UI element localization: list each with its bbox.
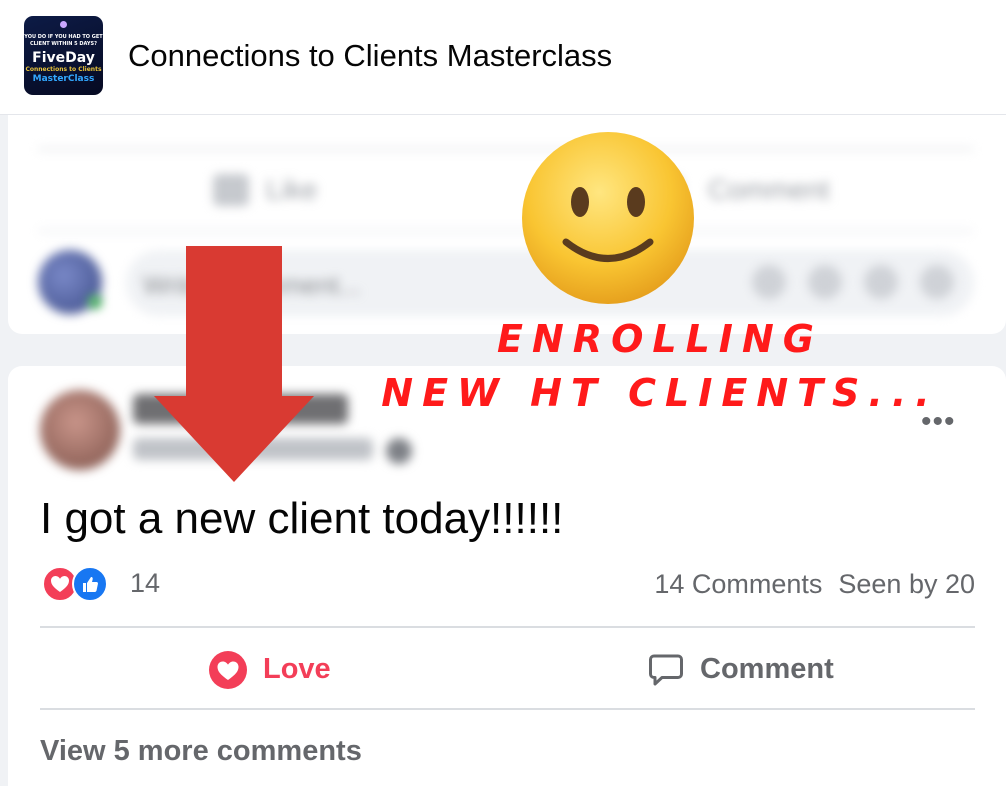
divider [38, 148, 973, 150]
comment-label: Comment [700, 653, 834, 685]
group-thumbnail[interactable]: YOU DO IF YOU HAD TO GET CLIENT WITHIN 5… [24, 16, 103, 95]
like-icon[interactable] [213, 174, 249, 206]
privacy-globe-icon [386, 438, 412, 464]
thumbnail-subtitle: Connections to Clients [25, 66, 102, 73]
group-name[interactable]: Connections to Clients Masterclass [128, 38, 612, 74]
gif-icon[interactable] [864, 265, 898, 299]
post-text: I got a new client today!!!!!! [40, 494, 564, 543]
online-status-icon [88, 295, 102, 309]
group-header: YOU DO IF YOU HAD TO GET CLIENT WITHIN 5… [0, 0, 1006, 115]
comments-count[interactable]: 14 Comments [654, 569, 822, 599]
caption-line-2: NEW HT CLIENTS... [381, 371, 939, 415]
divider [40, 708, 975, 710]
comment-icon [649, 654, 683, 686]
down-arrow-overlay [154, 246, 314, 482]
avatar-sticker-icon[interactable] [752, 265, 786, 299]
sticker-icon[interactable] [920, 265, 954, 299]
love-label: Love [263, 653, 331, 685]
comment-button[interactable]: Comment [646, 646, 906, 696]
heart-icon [209, 651, 247, 689]
thumbnail-logo [60, 21, 67, 28]
view-more-comments-link[interactable]: View 5 more comments [40, 735, 362, 768]
like-button[interactable]: Like [266, 174, 317, 206]
divider [40, 626, 975, 628]
author-avatar[interactable] [40, 390, 120, 470]
thumbnail-small-text: YOU DO IF YOU HAD TO GET CLIENT WITHIN 5… [24, 34, 103, 47]
smiley-emoji-icon [522, 132, 694, 304]
caption-line-1: ENROLLING [497, 317, 823, 361]
love-button[interactable]: Love [208, 646, 408, 696]
camera-icon[interactable] [808, 265, 842, 299]
thumbnail-brand: FiveDay [32, 50, 95, 66]
reaction-icons[interactable] [42, 566, 122, 602]
seen-by-count[interactable]: Seen by 20 [838, 569, 975, 599]
divider [38, 230, 973, 232]
like-reaction-icon [72, 566, 108, 602]
post-stats: 14 Comments Seen by 20 [654, 569, 975, 600]
promo-caption: ENROLLING NEW HT CLIENTS... [370, 312, 950, 420]
comment-button[interactable]: Comment [708, 174, 829, 206]
thumbnail-master: MasterClass [32, 74, 95, 84]
reaction-count[interactable]: 14 [130, 568, 160, 599]
